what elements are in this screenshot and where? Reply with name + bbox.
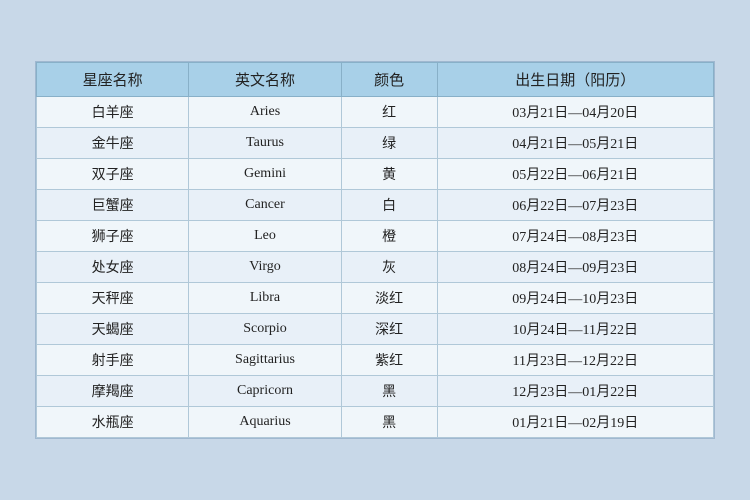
cell-color: 黑 [341, 376, 437, 407]
cell-english-name: Taurus [189, 128, 341, 159]
cell-dates: 06月22日—07月23日 [437, 190, 713, 221]
cell-chinese-name: 射手座 [37, 345, 189, 376]
table-row: 白羊座Aries红03月21日—04月20日 [37, 97, 714, 128]
cell-color: 灰 [341, 252, 437, 283]
table-row: 水瓶座Aquarius黑01月21日—02月19日 [37, 407, 714, 438]
cell-chinese-name: 狮子座 [37, 221, 189, 252]
cell-english-name: Libra [189, 283, 341, 314]
header-english-name: 英文名称 [189, 63, 341, 97]
cell-english-name: Sagittarius [189, 345, 341, 376]
table-row: 摩羯座Capricorn黑12月23日—01月22日 [37, 376, 714, 407]
zodiac-table-container: 星座名称 英文名称 颜色 出生日期（阳历） 白羊座Aries红03月21日—04… [35, 61, 715, 439]
table-row: 金牛座Taurus绿04月21日—05月21日 [37, 128, 714, 159]
cell-chinese-name: 巨蟹座 [37, 190, 189, 221]
cell-chinese-name: 天秤座 [37, 283, 189, 314]
cell-english-name: Leo [189, 221, 341, 252]
cell-dates: 03月21日—04月20日 [437, 97, 713, 128]
cell-chinese-name: 金牛座 [37, 128, 189, 159]
cell-english-name: Aries [189, 97, 341, 128]
cell-color: 绿 [341, 128, 437, 159]
table-row: 巨蟹座Cancer白06月22日—07月23日 [37, 190, 714, 221]
header-color: 颜色 [341, 63, 437, 97]
cell-english-name: Cancer [189, 190, 341, 221]
cell-color: 橙 [341, 221, 437, 252]
header-chinese-name: 星座名称 [37, 63, 189, 97]
cell-color: 深红 [341, 314, 437, 345]
table-body: 白羊座Aries红03月21日—04月20日金牛座Taurus绿04月21日—0… [37, 97, 714, 438]
cell-english-name: Virgo [189, 252, 341, 283]
header-dates: 出生日期（阳历） [437, 63, 713, 97]
cell-dates: 12月23日—01月22日 [437, 376, 713, 407]
cell-chinese-name: 天蝎座 [37, 314, 189, 345]
cell-english-name: Gemini [189, 159, 341, 190]
cell-english-name: Aquarius [189, 407, 341, 438]
cell-dates: 01月21日—02月19日 [437, 407, 713, 438]
cell-dates: 09月24日—10月23日 [437, 283, 713, 314]
cell-chinese-name: 水瓶座 [37, 407, 189, 438]
table-row: 天秤座Libra淡红09月24日—10月23日 [37, 283, 714, 314]
cell-color: 淡红 [341, 283, 437, 314]
cell-chinese-name: 摩羯座 [37, 376, 189, 407]
cell-chinese-name: 白羊座 [37, 97, 189, 128]
table-row: 天蝎座Scorpio深红10月24日—11月22日 [37, 314, 714, 345]
cell-dates: 11月23日—12月22日 [437, 345, 713, 376]
cell-dates: 07月24日—08月23日 [437, 221, 713, 252]
table-row: 狮子座Leo橙07月24日—08月23日 [37, 221, 714, 252]
table-row: 射手座Sagittarius紫红11月23日—12月22日 [37, 345, 714, 376]
cell-dates: 10月24日—11月22日 [437, 314, 713, 345]
cell-color: 红 [341, 97, 437, 128]
cell-chinese-name: 双子座 [37, 159, 189, 190]
cell-color: 黄 [341, 159, 437, 190]
cell-color: 紫红 [341, 345, 437, 376]
cell-dates: 05月22日—06月21日 [437, 159, 713, 190]
table-row: 处女座Virgo灰08月24日—09月23日 [37, 252, 714, 283]
cell-dates: 04月21日—05月21日 [437, 128, 713, 159]
cell-color: 黑 [341, 407, 437, 438]
cell-english-name: Scorpio [189, 314, 341, 345]
cell-dates: 08月24日—09月23日 [437, 252, 713, 283]
zodiac-table: 星座名称 英文名称 颜色 出生日期（阳历） 白羊座Aries红03月21日—04… [36, 62, 714, 438]
table-header-row: 星座名称 英文名称 颜色 出生日期（阳历） [37, 63, 714, 97]
cell-color: 白 [341, 190, 437, 221]
cell-chinese-name: 处女座 [37, 252, 189, 283]
cell-english-name: Capricorn [189, 376, 341, 407]
table-row: 双子座Gemini黄05月22日—06月21日 [37, 159, 714, 190]
